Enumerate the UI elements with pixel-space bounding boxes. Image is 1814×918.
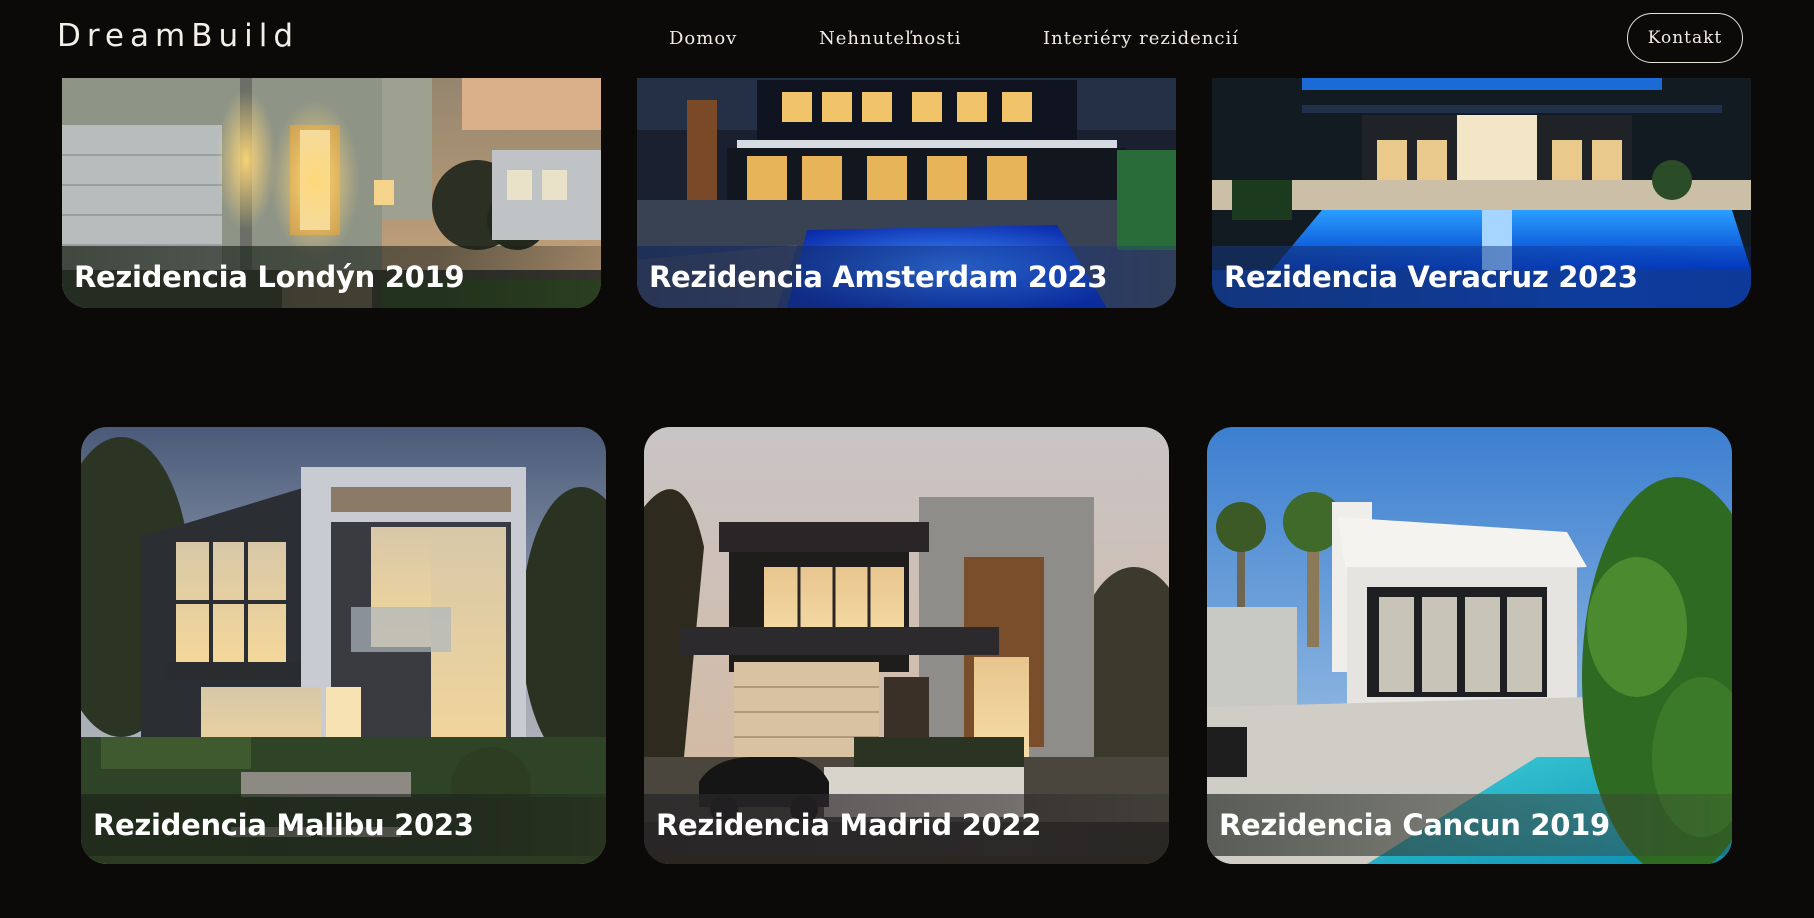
property-caption: Rezidencia Madrid 2022 <box>644 794 1169 856</box>
property-title: Rezidencia Londýn 2019 <box>74 260 465 294</box>
nav-link-nehnutelnosti[interactable]: Nehnuteľnosti <box>819 28 961 49</box>
property-caption: Rezidencia Malibu 2023 <box>81 794 606 856</box>
nav-link-domov[interactable]: Domov <box>669 28 737 49</box>
page: DreamBuild Domov Nehnuteľnosti Interiéry… <box>0 0 1814 918</box>
property-caption: Rezidencia Veracruz 2023 <box>1212 246 1751 308</box>
property-card-madrid[interactable]: Rezidencia Madrid 2022 <box>644 427 1169 864</box>
property-title: Rezidencia Veracruz 2023 <box>1224 260 1638 294</box>
property-title: Rezidencia Madrid 2022 <box>656 808 1042 842</box>
property-card-cancun[interactable]: Rezidencia Cancun 2019 <box>1207 427 1732 864</box>
property-caption: Rezidencia Amsterdam 2023 <box>637 246 1176 308</box>
contact-button[interactable]: Kontakt <box>1627 13 1743 63</box>
property-card-malibu[interactable]: Rezidencia Malibu 2023 <box>81 427 606 864</box>
brand-logo[interactable]: DreamBuild <box>57 18 299 54</box>
property-caption: Rezidencia Cancun 2019 <box>1207 794 1732 856</box>
property-title: Rezidencia Malibu 2023 <box>93 808 474 842</box>
property-title: Rezidencia Amsterdam 2023 <box>649 260 1108 294</box>
nav-link-interiery[interactable]: Interiéry rezidencií <box>1043 28 1239 49</box>
property-caption: Rezidencia Londýn 2019 <box>62 246 601 308</box>
property-title: Rezidencia Cancun 2019 <box>1219 808 1610 842</box>
site-header: DreamBuild Domov Nehnuteľnosti Interiéry… <box>0 0 1814 78</box>
